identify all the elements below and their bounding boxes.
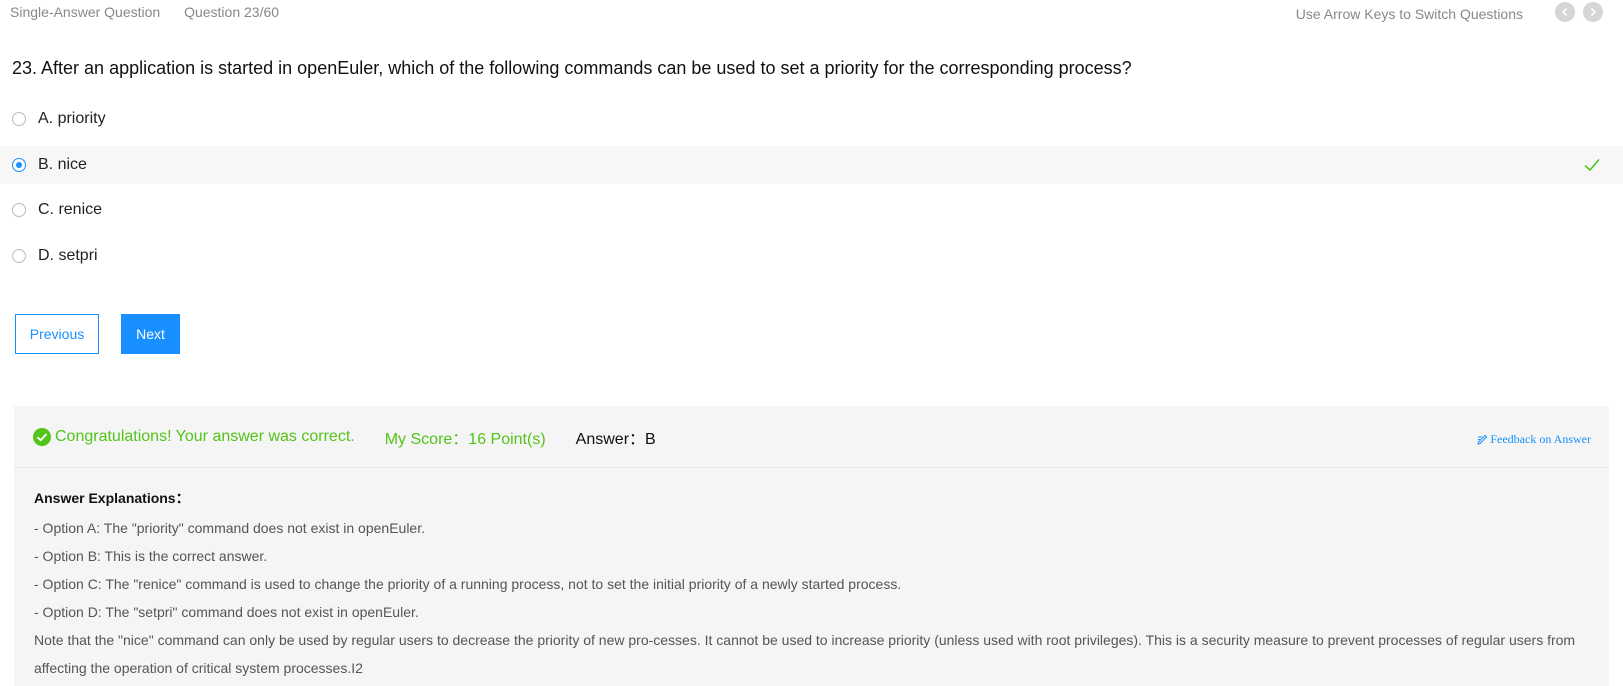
explanation-section: Answer Explanations： - Option A: The "pr… [14, 468, 1609, 682]
explanation-line: - Option B: This is the correct answer. [34, 548, 268, 564]
edit-icon [1477, 434, 1488, 445]
explanation-note: Note that the "nice" command can only be… [34, 632, 1576, 676]
next-question-button[interactable] [1583, 2, 1603, 22]
result-header: Congratulations! Your answer was correct… [14, 406, 1609, 468]
option-label: B. nice [38, 156, 87, 173]
option-label: A. priority [38, 110, 106, 127]
chevron-left-icon [1561, 7, 1568, 17]
question-type: Single-Answer Question [10, 4, 161, 20]
answer-panel: Congratulations! Your answer was correct… [14, 406, 1609, 686]
score-text: My Score：16 Point(s) [384, 430, 546, 448]
option-d[interactable]: D. setpri [0, 237, 1623, 275]
option-b[interactable]: B. nice [0, 146, 1623, 184]
question-progress: Question 23/60 [184, 4, 280, 20]
question-meta: Single-Answer Question Question 23/60 [10, 4, 299, 20]
explanation-title: Answer Explanations： [34, 490, 190, 506]
previous-question-button[interactable] [1555, 2, 1575, 22]
check-icon [1584, 158, 1600, 172]
navigation-controls: Use Arrow Keys to Switch Questions [1296, 2, 1603, 22]
radio-button[interactable] [12, 112, 26, 126]
option-c[interactable]: C. renice [0, 191, 1623, 229]
chevron-right-icon [1590, 7, 1597, 17]
feedback-link[interactable]: Feedback on Answer [1477, 432, 1591, 447]
option-label: D. setpri [38, 247, 98, 264]
radio-button[interactable] [12, 203, 26, 217]
previous-button[interactable]: Previous [15, 314, 99, 354]
radio-button[interactable] [12, 249, 26, 263]
question-text: 23. After an application is started in o… [12, 58, 1132, 78]
option-label: C. renice [38, 201, 103, 218]
keyboard-hint: Use Arrow Keys to Switch Questions [1295, 5, 1523, 22]
explanation-line: - Option C: The "renice" command is used… [34, 576, 902, 592]
radio-button-selected[interactable] [12, 158, 26, 172]
option-a[interactable]: A. priority [0, 100, 1623, 138]
correct-answer: Answer：B [575, 430, 656, 448]
next-button[interactable]: Next [121, 314, 180, 354]
result-message: Congratulations! Your answer was correct… [55, 427, 355, 445]
feedback-label: Feedback on Answer [1490, 432, 1591, 446]
explanation-line: - Option D: The "setpri" command does no… [34, 604, 419, 620]
check-circle-icon [33, 427, 51, 446]
explanation-line: - Option A: The "priority" command does … [34, 520, 425, 536]
top-bar: Single-Answer Question Question 23/60 Us… [0, 0, 1623, 26]
